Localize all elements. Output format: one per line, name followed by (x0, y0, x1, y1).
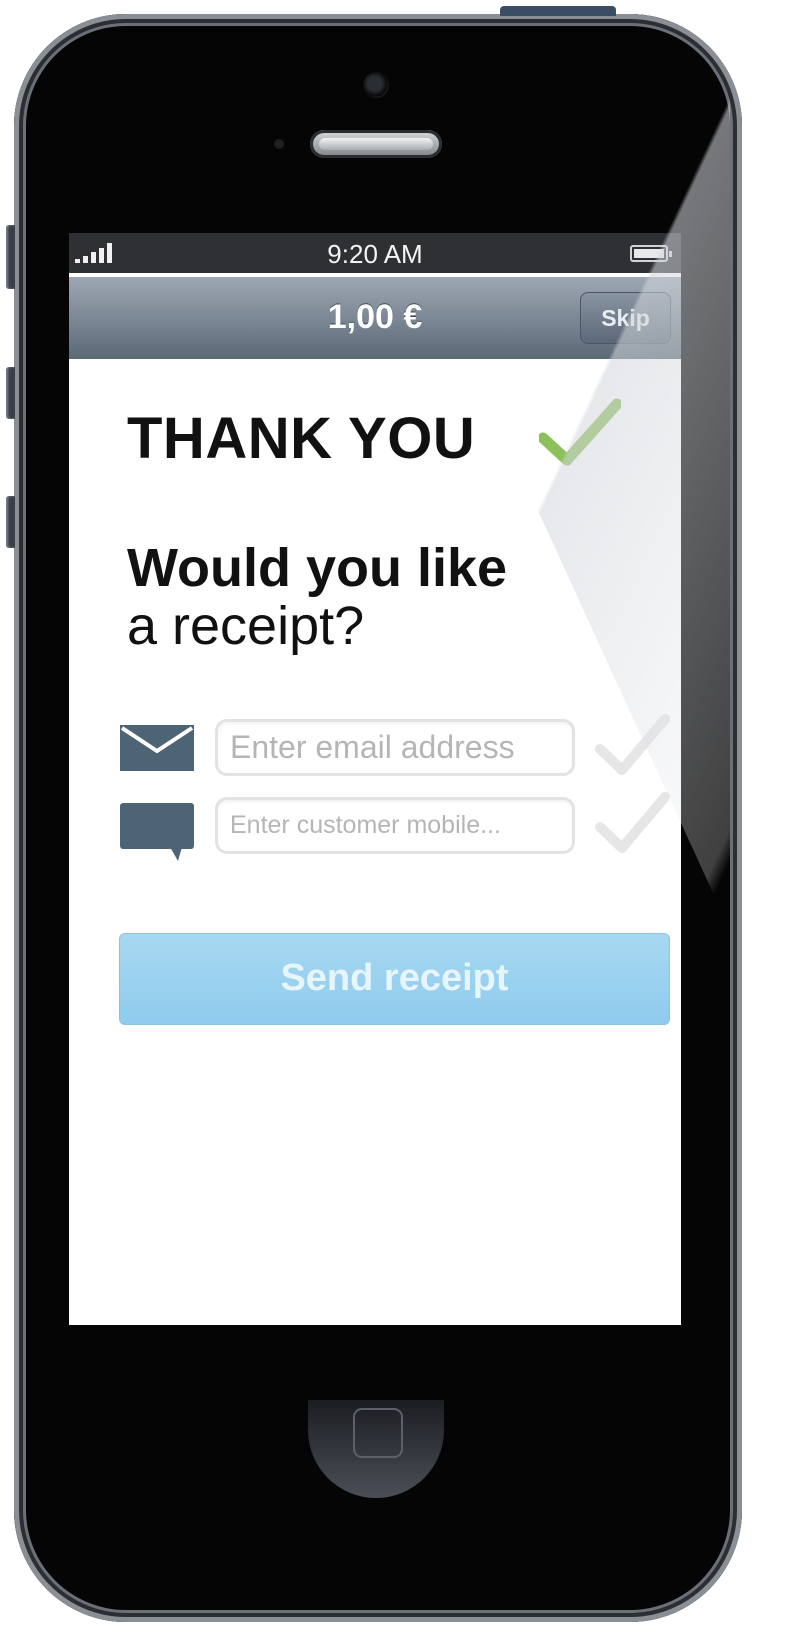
checkmark-icon (539, 398, 621, 466)
proximity-sensor (274, 139, 284, 149)
mobile-number-field[interactable] (215, 797, 575, 854)
phone-screen: 9:20 AM 1,00 € Skip THANK YOU Would you … (69, 233, 681, 1325)
receipt-question-line2: a receipt? (127, 596, 365, 656)
status-bar: 9:20 AM (69, 233, 681, 273)
volume-up-button (6, 367, 15, 419)
earpiece-speaker (310, 130, 442, 158)
email-field[interactable] (215, 719, 575, 776)
status-time: 9:20 AM (327, 239, 423, 269)
envelope-icon (120, 725, 194, 771)
navigation-bar: 1,00 € Skip (69, 277, 681, 359)
email-valid-check-icon (595, 714, 670, 775)
chat-bubble-icon (120, 803, 194, 861)
skip-button[interactable]: Skip (580, 292, 671, 344)
power-button (500, 6, 616, 16)
volume-down-button (6, 496, 15, 548)
thank-you-heading: THANK YOU (127, 406, 476, 471)
mobile-valid-check-icon (595, 792, 670, 853)
home-button-square-icon (353, 1408, 403, 1458)
receipt-question-line1: Would you like (127, 538, 508, 598)
send-receipt-button[interactable]: Send receipt (119, 933, 670, 1025)
front-camera (363, 72, 389, 98)
mute-switch (6, 225, 15, 289)
battery-icon (630, 245, 672, 262)
